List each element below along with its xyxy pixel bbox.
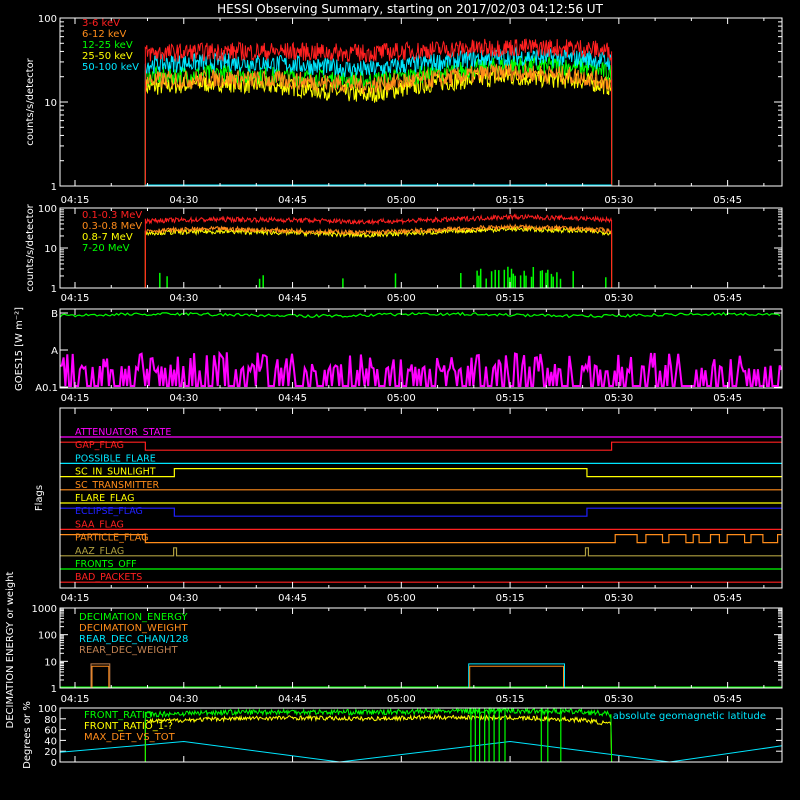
panel-decimation-ytick-label: 1 <box>51 684 57 695</box>
legend-0-1-0-3-mev: 0.1-0.3 MeV <box>82 210 142 221</box>
panel-ratios-ytick-label: 60 <box>44 726 57 737</box>
panel-goes-xtick-label: 05:15 <box>496 393 525 404</box>
flag-label-aaz-flag: AAZ_FLAG <box>75 546 124 557</box>
panel-ratios-ytick-label: 20 <box>44 747 57 758</box>
panel-decimation-xtick-label: 05:00 <box>387 694 416 705</box>
panel-low-energy-xtick-label: 05:00 <box>387 195 416 206</box>
panel-goes-xtick-label: 05:00 <box>387 393 416 404</box>
legend-6-12-kev: 6-12 keV <box>82 29 126 40</box>
legend-front-ratio: FRONT_RATIO <box>84 710 153 721</box>
panel-high-energy-xtick-label: 04:45 <box>278 293 307 304</box>
flag-label-sc-in-sunlight: SC_IN_SUNLIGHT <box>75 467 156 478</box>
panel-high-energy-ytick-label: 100 <box>38 204 57 215</box>
panel-low-energy-ytick-label: 1 <box>51 182 57 193</box>
legend-0-8-7-mev: 0.8-7 MeV <box>82 232 133 243</box>
panel-goes-xtick-label: 05:45 <box>713 393 742 404</box>
flag-label-sc-transmitter: SC_TRANSMITTER <box>75 480 160 491</box>
panel-decimation-ytick-label: 100 <box>38 631 57 642</box>
panel-high-energy-xtick-label: 05:15 <box>496 293 525 304</box>
panel-flags-xtick-label: 05:30 <box>604 593 633 604</box>
panel-low-energy-ylabel: counts/s/detector <box>25 57 36 145</box>
panel-flags-xtick-label: 05:00 <box>387 593 416 604</box>
panel-high-energy-xtick-label: 05:30 <box>604 293 633 304</box>
panel-high-energy-ytick-label: 1 <box>51 284 57 295</box>
panel-low-energy-xtick-label: 04:45 <box>278 195 307 206</box>
panel-decimation-xtick-label: 05:45 <box>713 694 742 705</box>
panel-high-energy-xtick-label: 05:45 <box>713 293 742 304</box>
panel-high-energy-xtick-label: 04:15 <box>61 293 90 304</box>
panel-high-energy-xtick-label: 05:00 <box>387 293 416 304</box>
panel-goes-ytick-label: B <box>51 309 58 320</box>
flag-label-flare-flag: FLARE_FLAG <box>75 493 135 504</box>
panel-goes-xtick-label: 04:45 <box>278 393 307 404</box>
flag-label-saa-flag: SAA_FLAG <box>75 519 124 530</box>
legend-0-3-0-8-mev: 0.3-0.8 MeV <box>82 221 142 232</box>
panel-decimation-ytick-label: 1000 <box>32 604 57 615</box>
panel-decimation-xtick-label: 05:30 <box>604 694 633 705</box>
panel-flags-xtick-label: 05:45 <box>713 593 742 604</box>
panel-decimation-xtick-label: 05:15 <box>496 694 525 705</box>
panel-decimation-xtick-label: 04:45 <box>278 694 307 705</box>
legend-7-20-mev: 7-20 MeV <box>82 243 130 254</box>
panel-high-energy-xtick-label: 04:30 <box>169 293 198 304</box>
panel-flags-xtick-label: 04:15 <box>61 593 90 604</box>
panel-decimation-xtick-label: 04:30 <box>169 694 198 705</box>
panel-goes-ytick-label: A0.1 <box>35 383 58 394</box>
flag-label-fronts-off: FRONTS_OFF <box>75 559 137 570</box>
panel-goes-xtick-label: 04:15 <box>61 393 90 404</box>
panel-low-energy-xtick-label: 04:30 <box>169 195 198 206</box>
legend-max-det-vs-tot: MAX_DET_VS_TOT <box>84 732 176 743</box>
panel-low-energy-ytick-label: 100 <box>38 14 57 25</box>
flag-label-bad-packets: BAD_PACKETS <box>75 572 142 583</box>
panel-goes-ylabel: GOES15 [W m⁻²] <box>14 307 25 391</box>
legend-12-25-kev: 12-25 keV <box>82 40 133 51</box>
figure-title: HESSI Observing Summary, starting on 201… <box>217 2 603 16</box>
legend-50-100-kev: 50-100 keV <box>82 62 139 73</box>
panel-low-energy-xtick-label: 05:45 <box>713 195 742 206</box>
panel-high-energy-ytick-label: 10 <box>44 244 57 255</box>
panel-low-energy-ytick-label: 10 <box>44 98 57 109</box>
panel-flags-ylabel: Flags <box>34 485 45 511</box>
panel-flags-xtick-label: 04:30 <box>169 593 198 604</box>
panel-ratios-ytick-label: 40 <box>44 736 57 747</box>
legend-3-6-kev: 3-6 keV <box>82 18 120 29</box>
panel-goes-ytick-label: A <box>51 346 58 357</box>
panel-low-energy-xtick-label: 04:15 <box>61 195 90 206</box>
panel-ratios-ytick-label: 0 <box>51 758 57 769</box>
panel-high-energy-ylabel: counts/s/detector <box>25 203 36 291</box>
panel-ratios-ylabel: Degrees or % <box>22 701 33 769</box>
legend-decimation-weight: DECIMATION_WEIGHT <box>79 623 188 634</box>
hessi-summary-figure: HESSI Observing Summary, starting on 201… <box>0 0 800 800</box>
legend-decimation-energy: DECIMATION_ENERGY <box>79 612 188 623</box>
panel-goes-xtick-label: 04:30 <box>169 393 198 404</box>
panel-ratios-ytick-label: 80 <box>44 715 57 726</box>
panel-flags-xtick-label: 05:15 <box>496 593 525 604</box>
panel-low-energy-xtick-label: 05:15 <box>496 195 525 206</box>
panel-decimation-ylabel: DECIMATION ENERGY or weight <box>5 571 16 728</box>
flag-label-attenuator-state: ATTENUATOR_STATE <box>75 427 171 438</box>
panel-flags-xtick-label: 04:45 <box>278 593 307 604</box>
annotation-geomagnetic-latitude: absolute geomagnetic latitude <box>613 711 766 722</box>
panel-goes-xtick-label: 05:30 <box>604 393 633 404</box>
panel-decimation-xtick-label: 04:15 <box>61 694 90 705</box>
panel-decimation-ytick-label: 10 <box>44 657 57 668</box>
legend-25-50-kev: 25-50 keV <box>82 51 133 62</box>
legend-rear-dec-weight: REAR_DEC_WEIGHT <box>79 645 178 656</box>
legend-rear-dec-chan-128: REAR_DEC_CHAN/128 <box>79 634 188 645</box>
panel-low-energy-xtick-label: 05:30 <box>604 195 633 206</box>
panel-ratios-ytick-label: 100 <box>38 704 57 715</box>
legend-front-ratio-1-: FRONT_RATIO_1-? <box>84 721 173 732</box>
flag-label-possible-flare: POSSIBLE_FLARE <box>75 453 156 464</box>
